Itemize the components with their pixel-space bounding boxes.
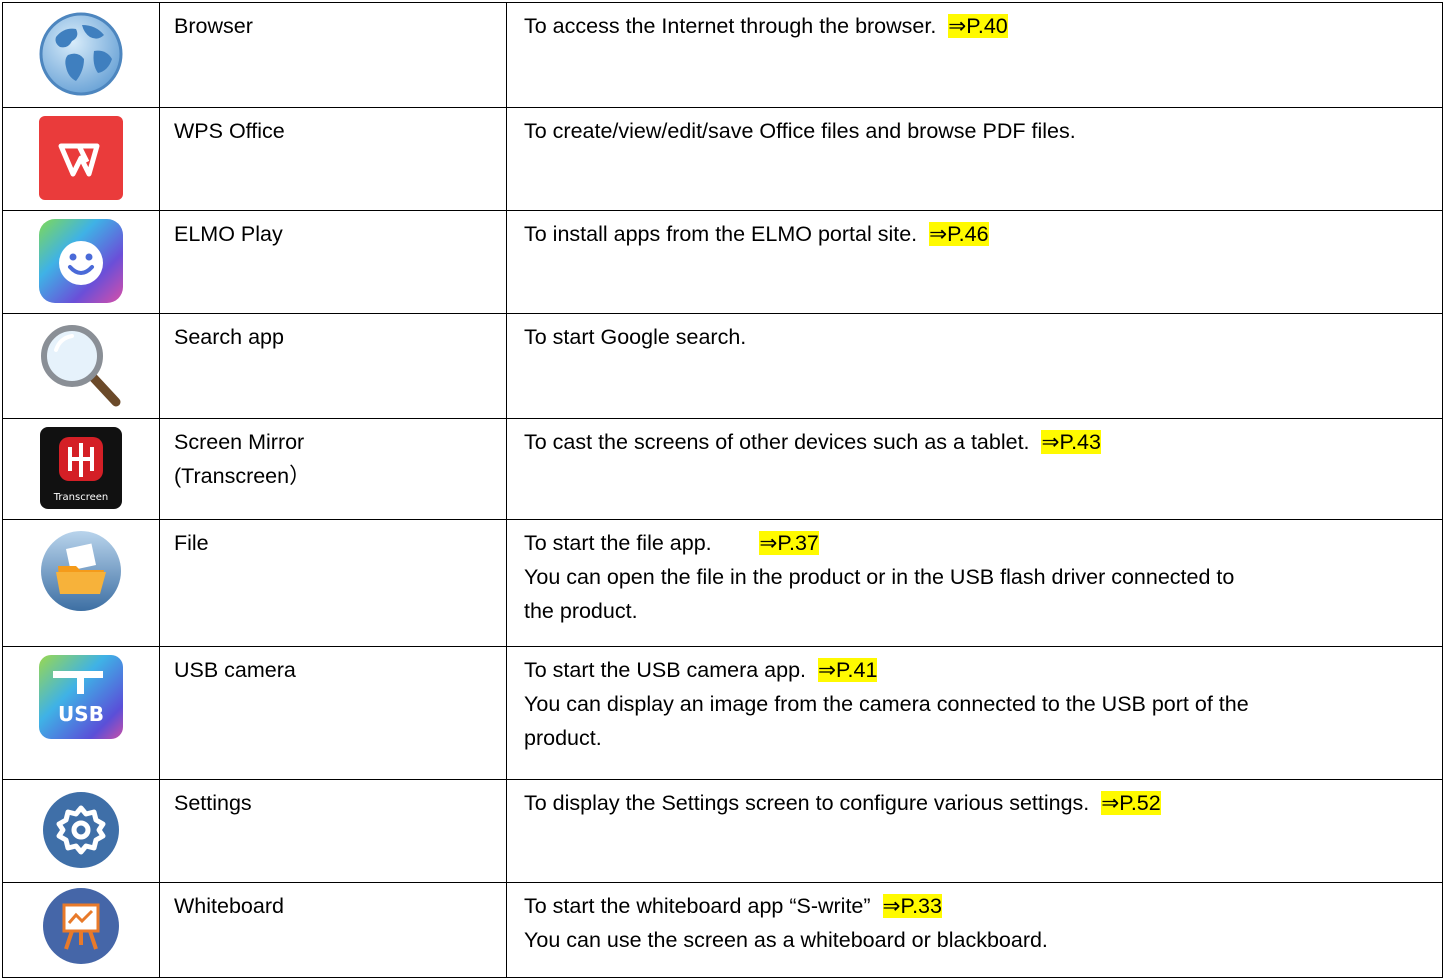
description-line: To start the whiteboard app “S-write” ⇒P… (524, 889, 1442, 923)
app-name: WPS Office (174, 119, 285, 143)
app-name: Screen Mirror (174, 430, 305, 454)
icon-cell (2, 2, 160, 108)
apps-table: Browser To access the Internet through t… (2, 2, 1443, 978)
table-row: Transcreen Screen Mirror (Transcreen） To… (2, 418, 1443, 520)
description-line: To cast the screens of other devices suc… (524, 425, 1442, 459)
app-name: USB camera (174, 658, 296, 682)
whiteboard-icon[interactable] (40, 885, 122, 967)
page-reference-link[interactable]: ⇒P.46 (929, 222, 989, 246)
description-cell: To start the file app. ⇒P.37 You can ope… (506, 519, 1443, 647)
app-name: ELMO Play (174, 222, 283, 246)
app-name: Settings (174, 791, 252, 815)
app-name-sub: (Transcreen） (174, 464, 311, 488)
app-name-cell: Screen Mirror (Transcreen） (159, 418, 507, 520)
app-name-cell: Settings (159, 779, 507, 883)
app-name-cell: ELMO Play (159, 210, 507, 314)
wps-office-icon[interactable] (39, 116, 123, 200)
description-cell: To display the Settings screen to config… (506, 779, 1443, 883)
description-line: To install apps from the ELMO portal sit… (524, 217, 1442, 251)
table-row: Settings To display the Settings screen … (2, 779, 1443, 883)
description-text: To install apps from the ELMO portal sit… (524, 222, 930, 246)
table-row: ELMO Play To install apps from the ELMO … (2, 210, 1443, 314)
magnifier-icon[interactable] (38, 322, 124, 408)
app-name-cell: Browser (159, 2, 507, 108)
description-line: You can use the screen as a whiteboard o… (524, 928, 1048, 952)
app-name: Whiteboard (174, 894, 284, 918)
description-text: To start the USB camera app. (524, 658, 818, 682)
page-reference-link[interactable]: ⇒P.43 (1041, 430, 1101, 454)
description-line: You can display an image from the camera… (524, 692, 1249, 716)
page-reference-link[interactable]: ⇒P.41 (817, 658, 878, 682)
app-name-cell: WPS Office (159, 107, 507, 211)
icon-cell (2, 519, 160, 647)
icon-cell (2, 313, 160, 419)
page-reference-link[interactable]: ⇒P.52 (1101, 791, 1161, 815)
description-cell: To cast the screens of other devices suc… (506, 418, 1443, 520)
page-reference-link[interactable]: ⇒P.40 (948, 14, 1008, 38)
description-cell: To start Google search. (506, 313, 1443, 419)
smiley-icon[interactable] (39, 219, 123, 303)
table-row: WPS Office To create/view/edit/save Offi… (2, 107, 1443, 211)
description-line: To create/view/edit/save Office files an… (524, 119, 1076, 143)
app-name: Browser (174, 14, 253, 38)
table-row: Browser To access the Internet through t… (2, 2, 1443, 108)
description-text: To cast the screens of other devices suc… (524, 430, 1042, 454)
app-name-cell: File (159, 519, 507, 647)
icon-cell (2, 107, 160, 211)
description-cell: To create/view/edit/save Office files an… (506, 107, 1443, 211)
transcreen-icon[interactable]: Transcreen (40, 427, 122, 509)
table-row: File To start the file app. ⇒P.37 You ca… (2, 519, 1443, 647)
usb-logo-text: USB (58, 702, 104, 726)
description-line: product. (524, 726, 602, 750)
app-name-cell: USB camera (159, 646, 507, 780)
description-cell: To access the Internet through the brows… (506, 2, 1443, 108)
description-text: To start the whiteboard app “S-write” (524, 894, 883, 918)
table-row: USB USB camera To start the USB camera a… (2, 646, 1443, 780)
description-line: the product. (524, 599, 638, 623)
app-name: Search app (174, 325, 284, 349)
description-text: To display the Settings screen to config… (524, 791, 1102, 815)
icon-cell (2, 779, 160, 883)
app-name-cell: Whiteboard (159, 882, 507, 978)
description-line: To start the file app. ⇒P.37 (524, 526, 1442, 560)
description-line: To display the Settings screen to config… (524, 786, 1442, 820)
description-text: To access the Internet through the brows… (524, 14, 949, 38)
description-line: To start the USB camera app. ⇒P.41 (524, 653, 1442, 687)
icon-cell (2, 210, 160, 314)
table-row: Whiteboard To start the whiteboard app “… (2, 882, 1443, 978)
description-cell: To install apps from the ELMO portal sit… (506, 210, 1443, 314)
app-name-cell: Search app (159, 313, 507, 419)
description-text: To start the file app. (524, 531, 760, 555)
description-line: You can open the file in the product or … (524, 565, 1235, 589)
description-cell: To start the whiteboard app “S-write” ⇒P… (506, 882, 1443, 978)
page-reference-link[interactable]: ⇒P.33 (882, 894, 942, 918)
transcreen-logo-text: Transcreen (53, 492, 108, 503)
folder-icon[interactable] (38, 528, 124, 614)
table-row: Search app To start Google search. (2, 313, 1443, 419)
description-line: To start Google search. (524, 325, 747, 349)
globe-icon[interactable] (38, 11, 124, 97)
page-reference-link[interactable]: ⇒P.37 (759, 531, 819, 555)
gear-icon[interactable] (39, 788, 123, 872)
icon-cell (2, 882, 160, 978)
icon-cell: Transcreen (2, 418, 160, 520)
usb-camera-icon[interactable]: USB (39, 655, 123, 739)
description-cell: To start the USB camera app. ⇒P.41 You c… (506, 646, 1443, 780)
description-line: To access the Internet through the brows… (524, 9, 1442, 43)
icon-cell: USB (2, 646, 160, 780)
app-name: File (174, 531, 209, 555)
